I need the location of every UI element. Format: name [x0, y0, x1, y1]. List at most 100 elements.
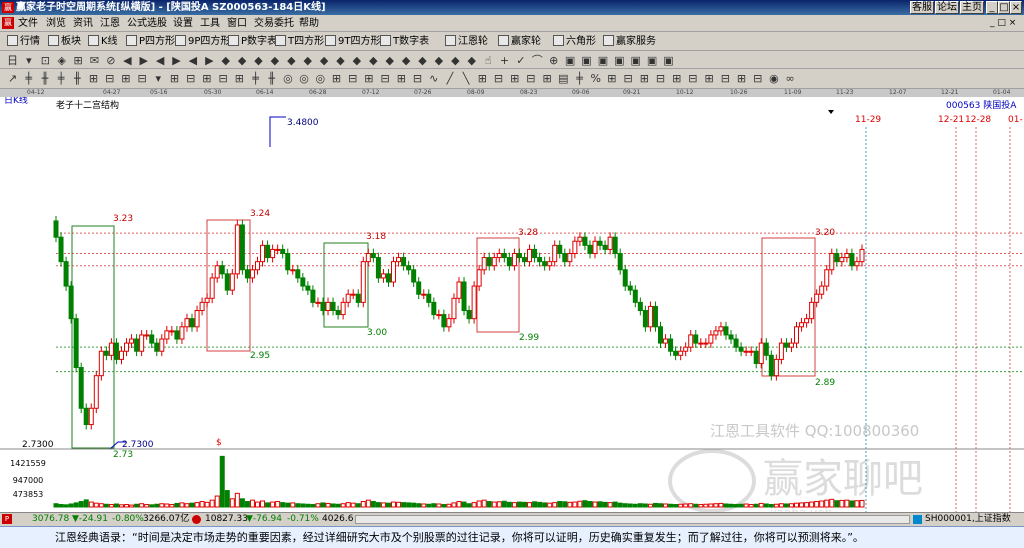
- tool-button-3[interactable]: ⊡: [39, 54, 52, 67]
- tool-button-31[interactable]: +: [498, 54, 511, 67]
- tool-button-37[interactable]: ▣: [596, 54, 609, 67]
- tool-button-38[interactable]: ▣: [613, 54, 626, 67]
- tool-button-21[interactable]: ⊞: [330, 72, 343, 85]
- toolbar-t-square-button[interactable]: T四方形: [275, 35, 324, 48]
- tool-button-23[interactable]: ⊞: [362, 72, 375, 85]
- tool-button-13[interactable]: ⊞: [200, 72, 213, 85]
- tool-button-8[interactable]: ⊞: [119, 72, 132, 85]
- tool-button-1[interactable]: ↗: [6, 72, 19, 85]
- tool-button-25[interactable]: ⊞: [395, 72, 408, 85]
- toolbar-candle-button[interactable]: K线: [88, 35, 118, 48]
- tool-button-2[interactable]: ╪: [22, 72, 35, 85]
- tool-button-18[interactable]: ◆: [285, 54, 298, 67]
- tool-button-15[interactable]: ◆: [236, 54, 249, 67]
- tool-button-2[interactable]: ▾: [22, 54, 35, 67]
- tool-button-39[interactable]: ⊟: [622, 72, 635, 85]
- forum-button[interactable]: 论坛: [935, 1, 959, 14]
- toolbar-9p-square-button[interactable]: 9P四方形: [175, 35, 230, 48]
- tool-button-12[interactable]: ⊟: [184, 72, 197, 85]
- menu-tools[interactable]: 工具: [200, 16, 220, 31]
- homepage-button[interactable]: 主页: [960, 1, 984, 14]
- tool-button-30[interactable]: ☝: [482, 54, 495, 67]
- tool-button-7[interactable]: ⊘: [104, 54, 117, 67]
- tool-button-10[interactable]: ▾: [152, 72, 165, 85]
- toolbar-p-table-button[interactable]: P数字表: [228, 35, 277, 48]
- tool-button-22[interactable]: ◆: [350, 54, 363, 67]
- toolbar-9t-square-button[interactable]: 9T四方形: [325, 35, 380, 48]
- tool-button-5[interactable]: ⊞: [72, 54, 85, 67]
- toolbar-winner-wheel-button[interactable]: 赢家轮: [498, 35, 541, 48]
- tool-button-17[interactable]: ◆: [268, 54, 281, 67]
- toolbar-grid-button[interactable]: 板块: [48, 35, 81, 48]
- tool-button-9[interactable]: ▶: [137, 54, 150, 67]
- tool-button-10[interactable]: ◀: [154, 54, 167, 67]
- minimize-icon[interactable]: _: [986, 1, 998, 14]
- tool-button-28[interactable]: ◆: [449, 54, 462, 67]
- tool-button-12[interactable]: ◀: [186, 54, 199, 67]
- tool-button-8[interactable]: ◀: [121, 54, 134, 67]
- tool-button-6[interactable]: ⊞: [87, 72, 100, 85]
- tool-button-21[interactable]: ◆: [334, 54, 347, 67]
- tool-button-36[interactable]: ╪: [573, 72, 586, 85]
- tool-button-5[interactable]: ╫: [71, 72, 84, 85]
- toolbar-t-table-button[interactable]: T数字表: [380, 35, 429, 48]
- tool-button-11[interactable]: ▶: [170, 54, 183, 67]
- tool-button-4[interactable]: ◈: [55, 54, 68, 67]
- tool-button-26[interactable]: ◆: [416, 54, 429, 67]
- tool-button-14[interactable]: ⊟: [217, 72, 230, 85]
- tool-button-24[interactable]: ⊟: [379, 72, 392, 85]
- service-button[interactable]: 客服: [910, 1, 934, 14]
- tool-button-14[interactable]: ◆: [219, 54, 232, 67]
- toolbar-p-square-button[interactable]: P四方形: [126, 35, 175, 48]
- tool-button-20[interactable]: ◎: [314, 72, 327, 85]
- tool-button-48[interactable]: ◉: [767, 72, 780, 85]
- tool-button-29[interactable]: ◆: [465, 54, 478, 67]
- tool-button-4[interactable]: ╪: [55, 72, 68, 85]
- tool-button-13[interactable]: ▶: [203, 54, 216, 67]
- tool-button-49[interactable]: ∞: [784, 72, 797, 85]
- tool-button-19[interactable]: ◎: [298, 72, 311, 85]
- tool-button-46[interactable]: ⊞: [735, 72, 748, 85]
- tool-button-17[interactable]: ╫: [265, 72, 278, 85]
- tool-button-34[interactable]: ⊕: [547, 54, 560, 67]
- tool-button-27[interactable]: ∿: [427, 72, 440, 85]
- tool-button-31[interactable]: ⊟: [492, 72, 505, 85]
- tool-button-18[interactable]: ◎: [281, 72, 294, 85]
- toolbar-gann-wheel-button[interactable]: 江恩轮: [445, 35, 488, 48]
- tool-button-7[interactable]: ⊟: [103, 72, 116, 85]
- tool-button-19[interactable]: ◆: [301, 54, 314, 67]
- tool-button-26[interactable]: ⊟: [411, 72, 424, 85]
- sz-market-icon[interactable]: [192, 515, 201, 524]
- tool-button-3[interactable]: ╫: [38, 72, 51, 85]
- horizontal-scrollbar[interactable]: [355, 515, 910, 524]
- app-menu-icon[interactable]: 赢: [2, 17, 14, 29]
- tool-button-44[interactable]: ⊞: [703, 72, 716, 85]
- tool-button-28[interactable]: ╱: [443, 72, 456, 85]
- tool-button-37[interactable]: %: [589, 72, 602, 85]
- toolbar-service-button[interactable]: 赢家服务: [603, 35, 656, 48]
- toolbar-hexagon-button[interactable]: 六角形: [553, 35, 596, 48]
- tool-button-22[interactable]: ⊟: [346, 72, 359, 85]
- tool-button-34[interactable]: ⊞: [541, 72, 554, 85]
- tool-button-15[interactable]: ⊞: [233, 72, 246, 85]
- tool-button-11[interactable]: ⊞: [168, 72, 181, 85]
- tool-button-42[interactable]: ⊞: [670, 72, 683, 85]
- tool-button-1[interactable]: 日: [6, 54, 19, 67]
- toolbar-list-button[interactable]: 行情: [7, 35, 40, 48]
- tool-button-9[interactable]: ⊟: [136, 72, 149, 85]
- menu-browse[interactable]: 浏览: [46, 16, 66, 31]
- tool-button-36[interactable]: ▣: [580, 54, 593, 67]
- menu-formula[interactable]: 公式选股: [127, 16, 167, 31]
- tool-button-47[interactable]: ⊟: [751, 72, 764, 85]
- kline-chart[interactable]: 江恩工具软件 QQ:100800360赢家聊吧jiaoba.yeh日K线老子十二…: [0, 97, 1024, 512]
- menu-window[interactable]: 窗口: [227, 16, 247, 31]
- tool-button-24[interactable]: ◆: [383, 54, 396, 67]
- tool-button-32[interactable]: ✓: [514, 54, 527, 67]
- tool-button-45[interactable]: ⊟: [719, 72, 732, 85]
- tool-button-38[interactable]: ⊞: [605, 72, 618, 85]
- tool-button-23[interactable]: ◆: [367, 54, 380, 67]
- tool-button-41[interactable]: ⊟: [654, 72, 667, 85]
- menu-help[interactable]: 帮助: [299, 16, 319, 31]
- tool-button-30[interactable]: ⊞: [476, 72, 489, 85]
- menu-settings[interactable]: 设置: [173, 16, 193, 31]
